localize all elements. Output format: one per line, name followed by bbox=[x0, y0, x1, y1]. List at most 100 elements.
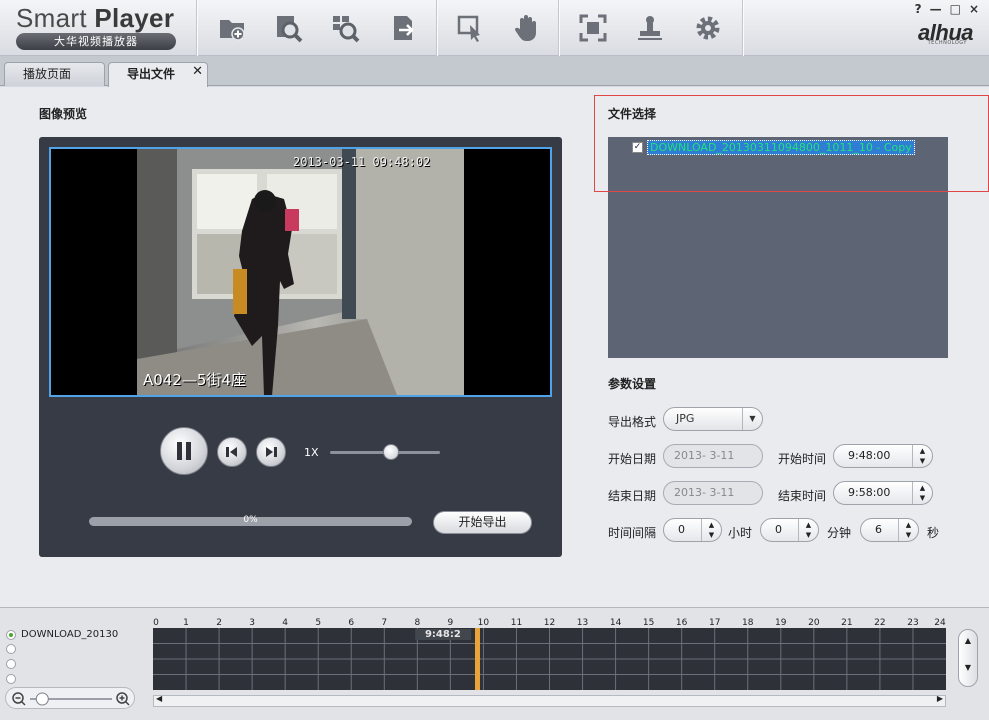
format-select[interactable]: JPG ▼ bbox=[663, 407, 763, 431]
channel-row[interactable] bbox=[6, 644, 16, 654]
maximize-button[interactable]: □ bbox=[950, 2, 961, 16]
timeline-hour-label: 4 bbox=[282, 618, 289, 628]
pause-button[interactable] bbox=[160, 427, 208, 475]
close-window-button[interactable]: × bbox=[969, 2, 979, 16]
channel-radio[interactable] bbox=[6, 644, 16, 654]
timeline-hour-label: 6 bbox=[348, 618, 355, 628]
toolbar-separator bbox=[742, 0, 743, 56]
annotation-highlight-box bbox=[594, 95, 989, 192]
tab-play-page[interactable]: 播放页面 bbox=[4, 62, 105, 86]
timeline-hour-label: 20 bbox=[808, 618, 820, 628]
format-value: JPG bbox=[676, 412, 695, 425]
tab-play-label: 播放页面 bbox=[23, 67, 72, 81]
spinner-arrows-icon[interactable]: ▲ ▼ bbox=[798, 519, 818, 541]
zoom-slider[interactable] bbox=[6, 688, 136, 710]
timeline-hour-label: 16 bbox=[675, 618, 688, 628]
timeline-hour-label: 17 bbox=[708, 618, 721, 628]
timeline-hour-label: 2 bbox=[216, 618, 222, 628]
preview-panel: 2013-03-11 09:48:02 A042—5街4座 1X 0% 开始导出 bbox=[39, 137, 562, 557]
hand-drag-button[interactable] bbox=[508, 10, 544, 46]
fullscreen-icon bbox=[579, 14, 607, 42]
video-timestamp: 2013-03-11 09:48:02 bbox=[293, 155, 431, 169]
channel-row[interactable] bbox=[6, 659, 16, 669]
spinner-arrows-icon[interactable]: ▲ ▼ bbox=[912, 482, 932, 504]
start-date-field[interactable]: 2013- 3-11 bbox=[663, 444, 763, 468]
speed-slider-thumb[interactable] bbox=[382, 444, 399, 460]
speed-slider[interactable] bbox=[330, 444, 440, 460]
timeline-hour-label: 9 bbox=[447, 618, 454, 628]
zoom-out-icon[interactable] bbox=[12, 692, 26, 706]
export-progress-bar: 0% bbox=[89, 515, 412, 526]
zoom-slider-thumb[interactable] bbox=[35, 692, 49, 706]
search-record-icon bbox=[277, 16, 303, 43]
export-file-icon bbox=[394, 16, 414, 40]
step-back-button[interactable] bbox=[217, 437, 247, 467]
timeline-panel: DOWNLOAD_20130 0 1 2 3 4 5 6 7 8 9 10 11 12 13 14 15 16 1… bbox=[0, 607, 989, 720]
channel-label: DOWNLOAD_20130 bbox=[21, 629, 119, 640]
toolbar-separator bbox=[196, 0, 197, 56]
interval-hours-spinner[interactable]: 0 ▲ ▼ bbox=[663, 518, 722, 542]
start-export-button[interactable]: 开始导出 bbox=[433, 511, 532, 534]
hand-drag-icon bbox=[514, 15, 536, 41]
speed-label: 1X bbox=[304, 446, 319, 459]
select-pointer-button[interactable] bbox=[452, 10, 488, 46]
end-time-spinner[interactable]: 9:58:00 ▲ ▼ bbox=[833, 481, 933, 505]
channel-radio[interactable] bbox=[6, 629, 16, 640]
timeline-grid[interactable]: 9:48:2 bbox=[153, 628, 946, 690]
timeline-hour-label: 1 bbox=[183, 618, 189, 628]
step-forward-button[interactable] bbox=[256, 437, 286, 467]
settings-gear-icon bbox=[696, 16, 720, 40]
start-time-value: 9:48:00 bbox=[848, 449, 891, 462]
zoom-in-icon[interactable] bbox=[116, 692, 130, 706]
export-file-button[interactable] bbox=[386, 10, 422, 46]
start-time-spinner[interactable]: 9:48:00 ▲ ▼ bbox=[833, 444, 933, 468]
open-file-button[interactable] bbox=[214, 10, 250, 46]
brand-tagline: TECHNOLOGY bbox=[927, 40, 967, 46]
timeline-hour-label: 11 bbox=[510, 618, 523, 628]
scroll-up-icon[interactable]: ▲ bbox=[959, 636, 977, 645]
tab-export-file[interactable]: 导出文件 ✕ bbox=[108, 62, 208, 87]
spinner-arrows-icon[interactable]: ▲ ▼ bbox=[898, 519, 918, 541]
video-preview[interactable]: 2013-03-11 09:48:02 A042—5街4座 bbox=[49, 147, 552, 397]
stamp-icon bbox=[638, 16, 662, 40]
timeline-hour-label: 13 bbox=[576, 618, 589, 628]
fullscreen-button[interactable] bbox=[575, 10, 611, 46]
timeline-hour-label: 18 bbox=[742, 618, 754, 628]
interval-seconds-spinner[interactable]: 6 ▲ ▼ bbox=[860, 518, 919, 542]
settings-button[interactable] bbox=[690, 10, 726, 46]
end-time-value: 9:58:00 bbox=[848, 486, 891, 499]
stamp-button[interactable] bbox=[632, 10, 668, 46]
channel-radio[interactable] bbox=[6, 659, 16, 669]
title-toolbar: Smart Player 大华视频播放器 ? — □ × alhua TECHN… bbox=[0, 0, 989, 56]
smart-search-button[interactable] bbox=[327, 10, 363, 46]
channel-scrollbar[interactable]: ▲ ▼ bbox=[958, 629, 978, 687]
video-scene-image bbox=[137, 149, 464, 395]
minimize-button[interactable]: — bbox=[930, 2, 942, 16]
interval-seconds-value: 6 bbox=[875, 523, 882, 536]
search-record-button[interactable] bbox=[270, 10, 306, 46]
toolbar-separator bbox=[558, 0, 559, 56]
timeline-cursor[interactable] bbox=[474, 628, 480, 690]
channel-radio[interactable] bbox=[6, 674, 16, 684]
timeline-hour-label: 8 bbox=[414, 618, 421, 628]
tab-close-icon[interactable]: ✕ bbox=[192, 61, 203, 83]
help-button[interactable]: ? bbox=[915, 2, 922, 16]
timeline-hour-labels: 0 1 2 3 4 5 6 7 8 9 10 11 12 13 14 15 16 17 18 19 20 21 22 23 24 bbox=[153, 618, 946, 628]
spinner-arrows-icon[interactable]: ▲ ▼ bbox=[912, 445, 932, 467]
interval-minutes-spinner[interactable]: 0 ▲ ▼ bbox=[760, 518, 819, 542]
scroll-down-icon[interactable]: ▼ bbox=[959, 663, 977, 672]
timeline-hour-label: 5 bbox=[315, 618, 322, 628]
scroll-left-icon[interactable]: ◀ bbox=[156, 694, 162, 703]
end-time-label: 结束时间 bbox=[778, 489, 827, 503]
timeline-scrollbar[interactable]: ◀ ▶ bbox=[153, 694, 946, 707]
toolbar-separator bbox=[436, 0, 437, 56]
timeline-hour-label: 22 bbox=[874, 618, 886, 628]
zoom-control[interactable] bbox=[5, 687, 135, 709]
channel-row[interactable] bbox=[6, 674, 16, 684]
end-date-field[interactable]: 2013- 3-11 bbox=[663, 481, 763, 505]
scroll-right-icon[interactable]: ▶ bbox=[937, 694, 943, 703]
app-subtitle: 大华视频播放器 bbox=[16, 33, 176, 50]
spinner-arrows-icon[interactable]: ▲ ▼ bbox=[701, 519, 721, 541]
channel-row[interactable]: DOWNLOAD_20130 bbox=[6, 629, 118, 640]
open-file-icon bbox=[220, 20, 245, 41]
